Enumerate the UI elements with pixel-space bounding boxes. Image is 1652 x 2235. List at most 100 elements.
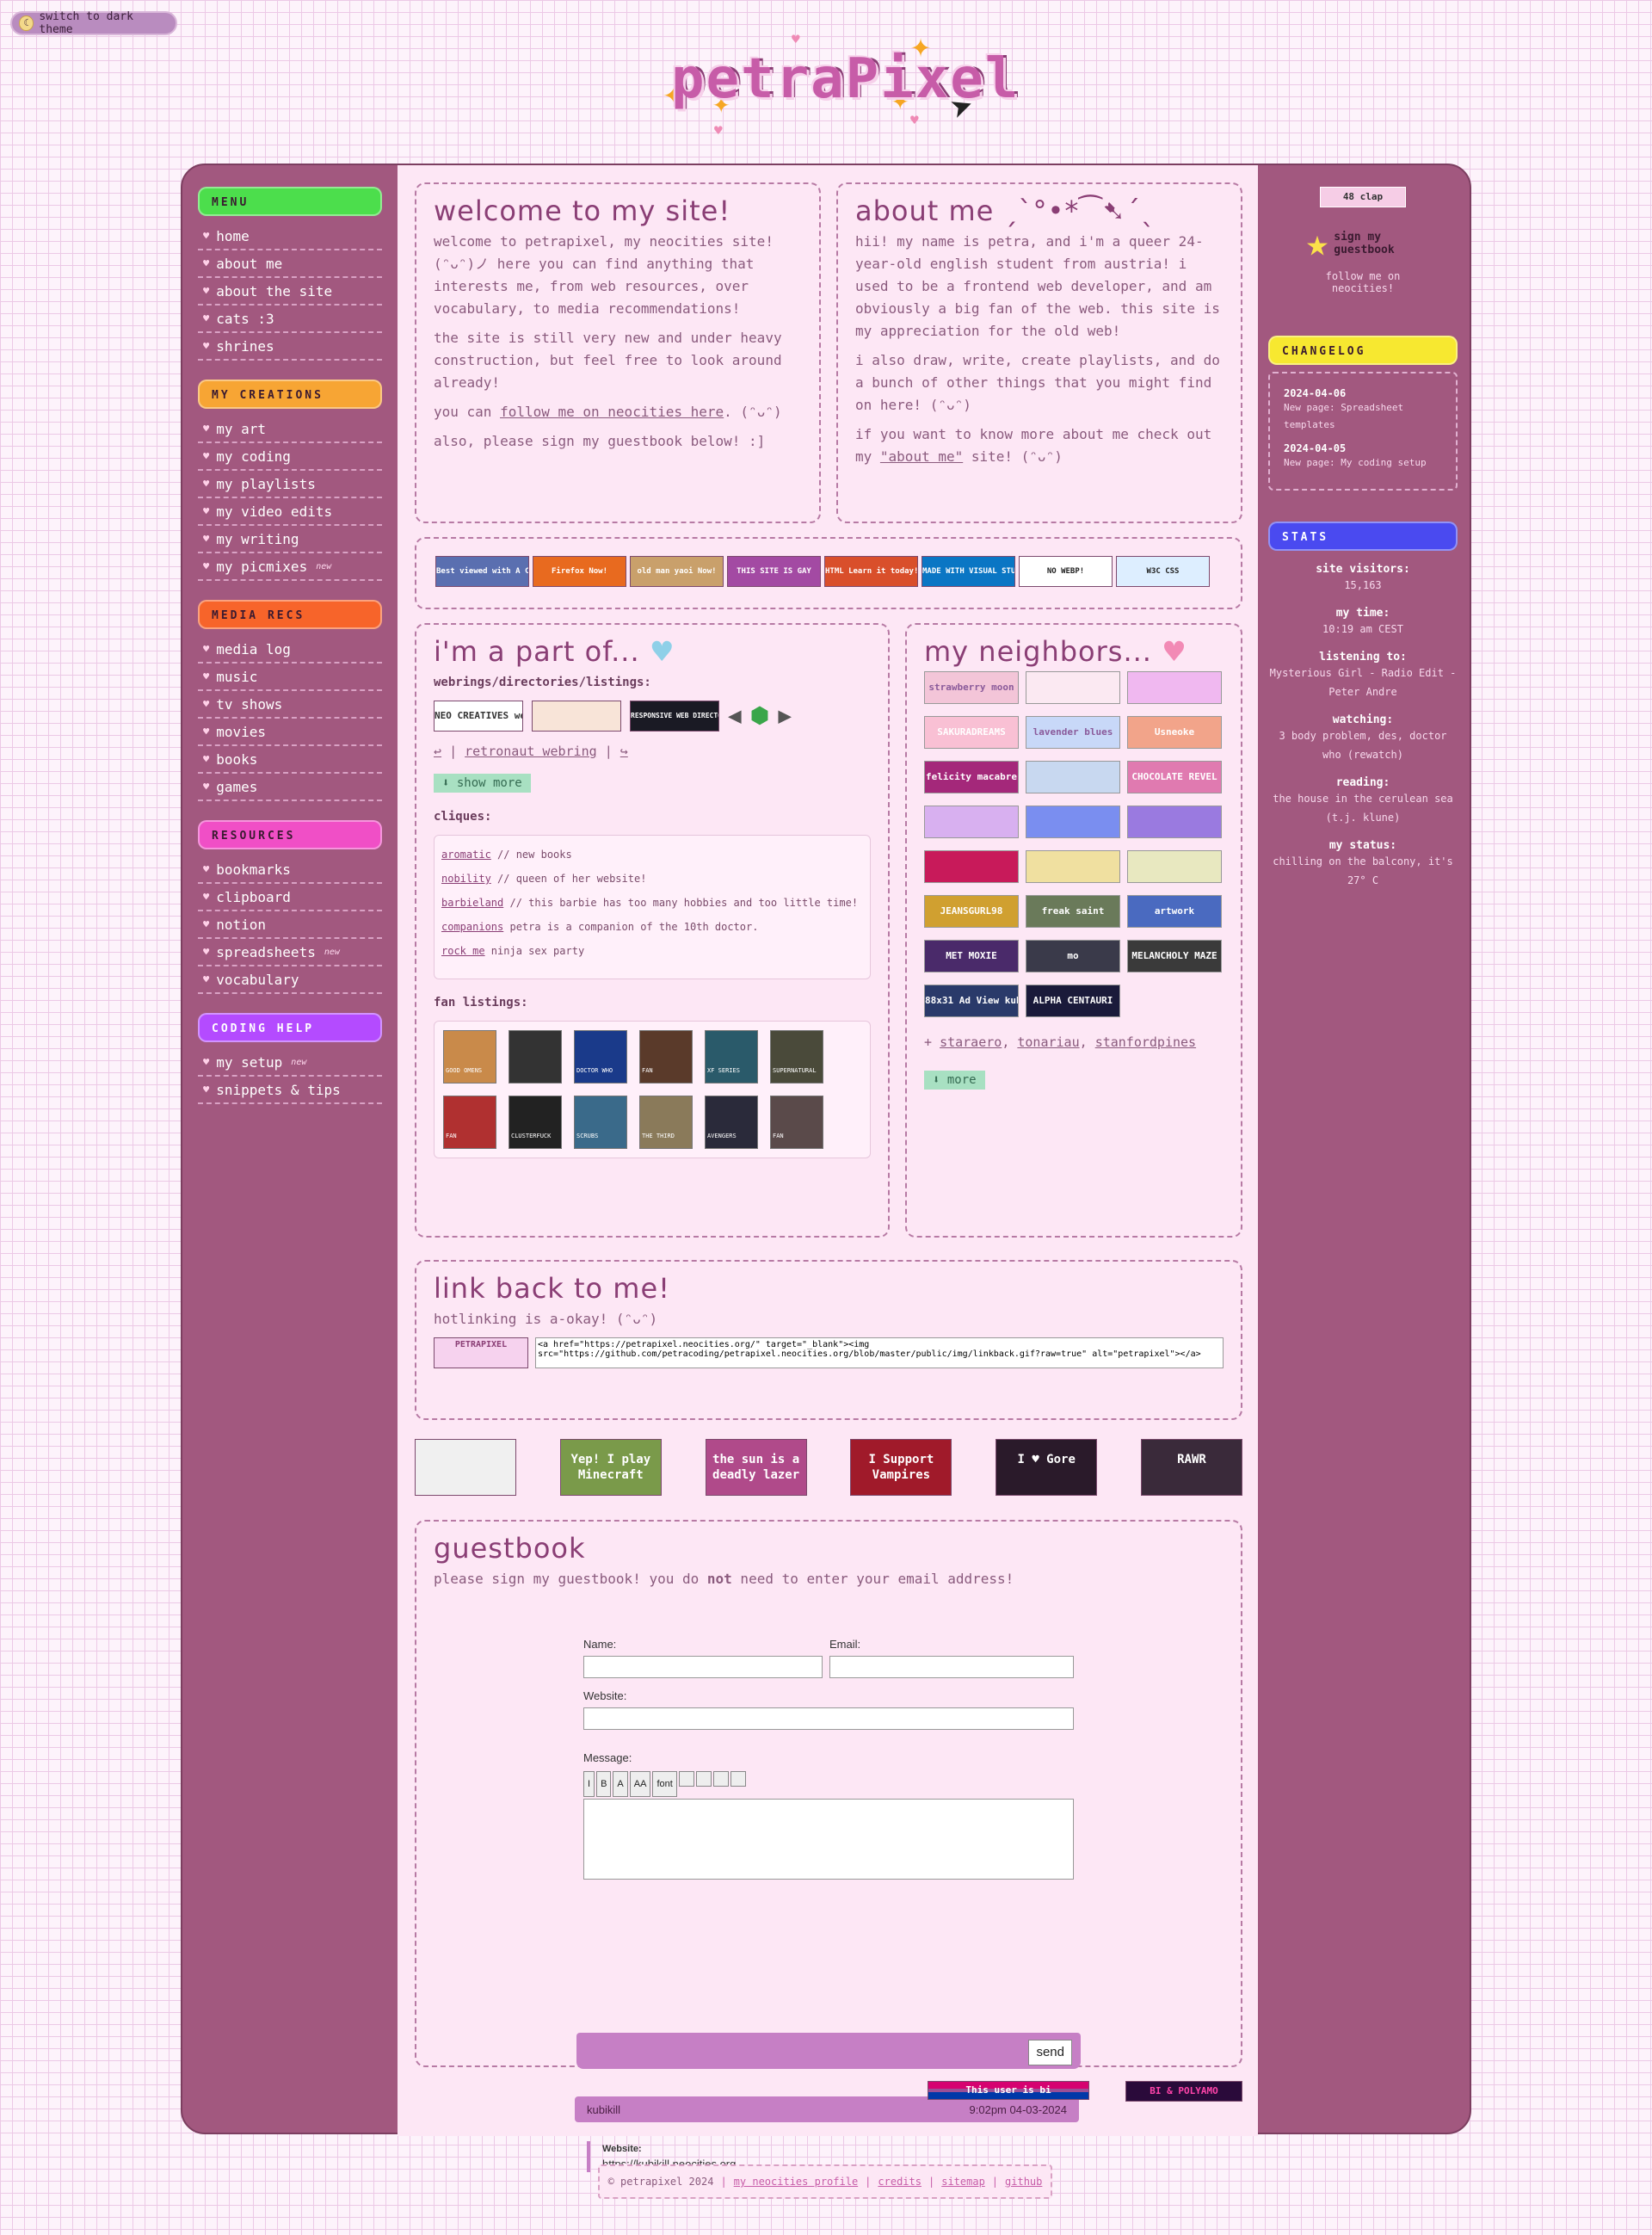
webring-button-floral[interactable] bbox=[532, 701, 621, 732]
neighbor-link-tonariau[interactable]: tonariau bbox=[1017, 1034, 1079, 1050]
smiley-icon[interactable] bbox=[730, 1771, 746, 1787]
stamp[interactable]: I ♥ Gore bbox=[996, 1439, 1098, 1496]
next-arrow-icon[interactable]: ▶ bbox=[778, 705, 792, 727]
sidebar-item-cats-3[interactable]: ♥ cats :3 bbox=[198, 306, 382, 333]
stamp[interactable] bbox=[415, 1439, 516, 1496]
sidebar-item-my-picmixes[interactable]: ♥ my picmixes new bbox=[198, 553, 382, 581]
sidebar-item-my-art[interactable]: ♥ my art bbox=[198, 416, 382, 443]
clique-link[interactable]: aromatic bbox=[441, 849, 491, 861]
neighbor-button[interactable]: Usneoke bbox=[1127, 716, 1222, 749]
neighbor-button[interactable] bbox=[924, 850, 1019, 883]
fan-listing-button[interactable]: FAN bbox=[770, 1096, 823, 1149]
sidebar-item-clipboard[interactable]: ♥ clipboard bbox=[198, 884, 382, 911]
sidebar-item-books[interactable]: ♥ books bbox=[198, 746, 382, 774]
sidebar-item-my-writing[interactable]: ♥ my writing bbox=[198, 526, 382, 553]
toolbar-button-b[interactable]: B bbox=[596, 1771, 612, 1797]
fan-listing-button[interactable]: DOCTOR WHO bbox=[574, 1030, 627, 1084]
toolbar-button-i[interactable]: I bbox=[583, 1771, 595, 1797]
badge-w3c-css[interactable]: W3C CSS bbox=[1116, 556, 1210, 587]
neighbor-button[interactable]: felicity macabre bbox=[924, 761, 1019, 793]
sidebar-item-about-me[interactable]: ♥ about me bbox=[198, 250, 382, 278]
neighbor-button[interactable] bbox=[1026, 850, 1120, 883]
neighbor-button[interactable]: SAKURADREAMS bbox=[924, 716, 1019, 749]
fan-listing-button[interactable]: XF SERIES bbox=[705, 1030, 758, 1084]
sidebar-item-tv-shows[interactable]: ♥ tv shows bbox=[198, 691, 382, 719]
neighbor-button[interactable]: artwork bbox=[1127, 895, 1222, 928]
sidebar-item-my-video-edits[interactable]: ♥ my video edits bbox=[198, 498, 382, 526]
badge-no-webp[interactable]: NO WEBP! bbox=[1019, 556, 1113, 587]
neighbor-button[interactable]: strawberry moon bbox=[924, 671, 1019, 704]
neighbor-button[interactable] bbox=[924, 806, 1019, 838]
globe-icon[interactable] bbox=[678, 1771, 694, 1787]
neighbor-button[interactable]: JEANSGURL98 bbox=[924, 895, 1019, 928]
stamp[interactable]: RAWR bbox=[1140, 1439, 1242, 1496]
fan-listing-button[interactable]: SUPERNATURAL bbox=[770, 1030, 823, 1084]
fan-listing-button[interactable]: GOOD OMENS bbox=[443, 1030, 496, 1084]
webring-button-directory[interactable]: RESPONSIVE WEB DIRECTORY bbox=[630, 701, 719, 732]
neighbor-button[interactable]: ALPHA CENTAURI bbox=[1026, 985, 1120, 1017]
fan-listing-button[interactable]: THE THIRD bbox=[639, 1096, 693, 1149]
neighbor-button[interactable]: CHOCOLATE REVEL bbox=[1127, 761, 1222, 793]
show-more-button[interactable]: ⬇ show more bbox=[434, 774, 531, 793]
footer-link-github[interactable]: github bbox=[1005, 2176, 1042, 2188]
image-icon[interactable] bbox=[695, 1771, 712, 1787]
email-field[interactable] bbox=[829, 1656, 1074, 1678]
webring-button-neocreatives[interactable]: NEO CREATIVES webring bbox=[434, 701, 523, 732]
fan-listing-button[interactable]: SCRUBS bbox=[574, 1096, 627, 1149]
neighbor-button[interactable]: freak saint bbox=[1026, 895, 1120, 928]
linkback-button[interactable]: PETRAPIXEL bbox=[434, 1337, 528, 1368]
sidebar-item-bookmarks[interactable]: ♥ bookmarks bbox=[198, 856, 382, 884]
badge-this-site-is-gay[interactable]: THIS SITE IS GAY bbox=[727, 556, 821, 587]
fan-listing-button[interactable]: CLUSTERFUCK bbox=[509, 1096, 562, 1149]
neighbor-button[interactable] bbox=[1026, 806, 1120, 838]
neighbor-button[interactable] bbox=[1127, 850, 1222, 883]
sidebar-item-vocabulary[interactable]: ♥ vocabulary bbox=[198, 966, 382, 994]
toolbar-button-font[interactable]: font bbox=[652, 1771, 677, 1797]
fan-listing-button[interactable]: AVENGERS bbox=[705, 1096, 758, 1149]
clique-link[interactable]: barbieland bbox=[441, 897, 503, 909]
badge-firefox-now[interactable]: Firefox Now! bbox=[533, 556, 626, 587]
stamp[interactable]: Yep! I play Minecraft bbox=[559, 1439, 662, 1496]
linkback-code-field[interactable]: <a href="https://petrapixel.neocities.or… bbox=[535, 1337, 1224, 1368]
neighbor-button[interactable]: MET MOXIE bbox=[924, 940, 1019, 972]
name-field[interactable] bbox=[583, 1656, 823, 1678]
website-field[interactable] bbox=[583, 1707, 1074, 1730]
sidebar-item-about-the-site[interactable]: ♥ about the site bbox=[198, 278, 382, 306]
sidebar-item-media-log[interactable]: ♥ media log bbox=[198, 636, 382, 664]
neighbor-button[interactable] bbox=[1127, 671, 1222, 704]
clap-counter[interactable]: 48 clap bbox=[1320, 187, 1406, 207]
neighbor-link-staraero[interactable]: staraero bbox=[940, 1034, 1002, 1050]
bi-polyamo-badge[interactable]: BI & POLYAMO bbox=[1125, 2081, 1242, 2102]
footer-link-credits[interactable]: credits bbox=[878, 2176, 922, 2188]
bi-userbox-badge[interactable]: This user is bi bbox=[928, 2081, 1089, 2100]
site-logo[interactable]: ✦ ✦ ✦ ✦ ♥ ♥ ♥ petraPixel ➤ bbox=[663, 26, 1018, 139]
badge-best-viewed-with-a-computer[interactable]: Best viewed with A COMPUTER bbox=[435, 556, 529, 587]
clique-link[interactable]: nobility bbox=[441, 873, 491, 885]
neighbor-button[interactable]: MELANCHOLY MAZE bbox=[1127, 940, 1222, 972]
ring-prev-link[interactable]: ↩ bbox=[434, 744, 441, 759]
retronaut-icon[interactable]: ⬢ bbox=[750, 705, 770, 727]
sidebar-item-games[interactable]: ♥ games bbox=[198, 774, 382, 801]
sidebar-item-music[interactable]: ♥ music bbox=[198, 664, 382, 691]
toolbar-button-aa[interactable]: AA bbox=[629, 1771, 651, 1797]
send-button[interactable]: send bbox=[1028, 2040, 1072, 2065]
neighbor-link-stanfordpines[interactable]: stanfordpines bbox=[1095, 1034, 1196, 1050]
sidebar-item-shrines[interactable]: ♥ shrines bbox=[198, 333, 382, 361]
stamp[interactable]: I Support Vampires bbox=[850, 1439, 952, 1496]
neighbor-button[interactable]: lavender blues bbox=[1026, 716, 1120, 749]
sidebar-item-movies[interactable]: ♥ movies bbox=[198, 719, 382, 746]
fan-listing-button[interactable]: FAN bbox=[639, 1030, 693, 1084]
footer-link-sitemap[interactable]: sitemap bbox=[941, 2176, 985, 2188]
fan-listing-button[interactable] bbox=[509, 1030, 562, 1084]
theme-toggle-button[interactable]: ☾ switch to dark theme bbox=[10, 10, 177, 36]
neighbor-button[interactable]: mo bbox=[1026, 940, 1120, 972]
about-me-link[interactable]: "about me" bbox=[880, 448, 963, 465]
neighbor-button[interactable] bbox=[1026, 671, 1120, 704]
follow-neocities-link[interactable]: follow me on neocities here bbox=[500, 404, 724, 420]
follow-neocities-text[interactable]: follow me on neocities! bbox=[1316, 270, 1410, 294]
clique-link[interactable]: rock me bbox=[441, 945, 485, 957]
sidebar-item-my-coding[interactable]: ♥ my coding bbox=[198, 443, 382, 471]
neighbor-button[interactable] bbox=[1026, 761, 1120, 793]
message-field[interactable] bbox=[583, 1799, 1074, 1880]
sidebar-item-notion[interactable]: ♥ notion bbox=[198, 911, 382, 939]
